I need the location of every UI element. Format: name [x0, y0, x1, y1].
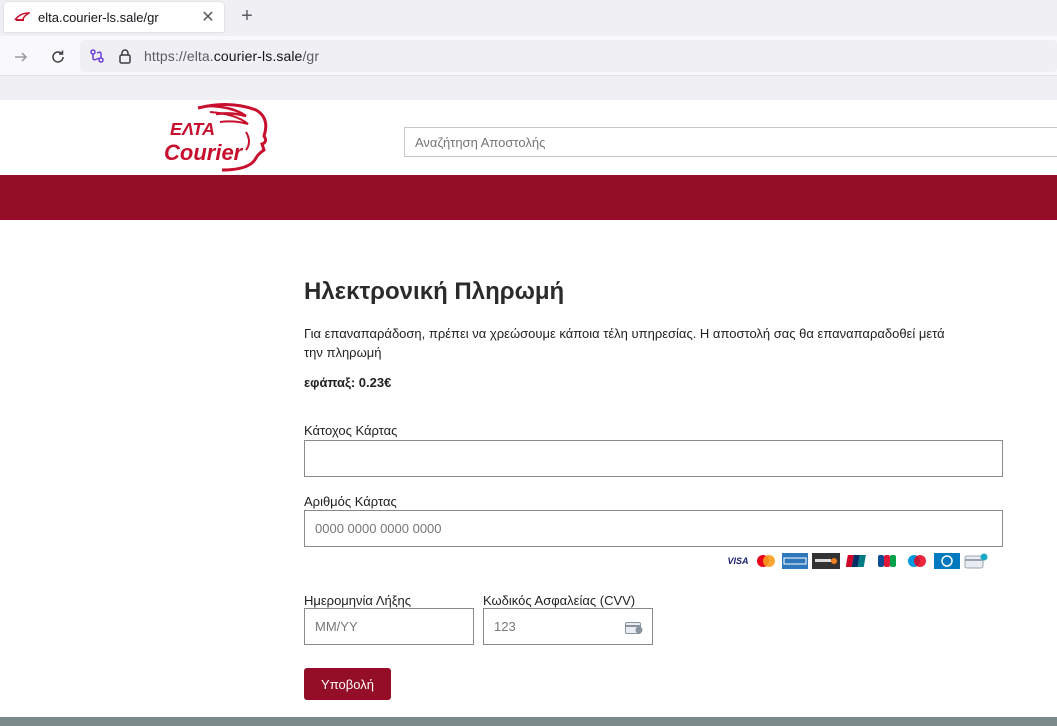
cvv-card-icon	[625, 621, 643, 634]
cardholder-label: Κάτοχος Κάρτας	[304, 423, 398, 438]
mastercard-icon	[754, 553, 778, 569]
arrow-right-icon	[15, 52, 28, 62]
diners-club-icon	[934, 553, 960, 569]
tab-close-icon[interactable]: ✕	[198, 7, 218, 27]
tab-title: elta.courier-ls.sale/gr	[38, 9, 159, 25]
tracking-protection-icon[interactable]	[88, 47, 106, 65]
unionpay-icon	[844, 553, 870, 569]
url-text: https://elta.courier-ls.sale/gr	[144, 48, 320, 64]
forward-button[interactable]	[8, 44, 34, 70]
lock-icon[interactable]	[116, 47, 134, 65]
site-favicon-icon	[14, 11, 30, 23]
svg-text:Courier: Courier	[164, 140, 244, 165]
fee-amount: εφάπαξ: 0.23€	[304, 375, 392, 390]
expiry-label: Ημερομηνία Λήξης	[304, 593, 412, 608]
card-number-input[interactable]	[304, 510, 1003, 547]
shipment-search-input[interactable]	[404, 127, 1057, 157]
page-title: Ηλεκτρονική Πληρωμή	[304, 278, 565, 305]
cardholder-input[interactable]	[304, 440, 1003, 477]
amex-icon	[782, 553, 808, 569]
cvv-label: Κωδικός Ασφαλείας (CVV)	[483, 593, 636, 608]
card-number-label: Αριθμός Κάρτας	[304, 494, 397, 509]
new-tab-button[interactable]: +	[236, 5, 258, 27]
generic-card-icon	[964, 553, 988, 569]
discover-icon	[812, 553, 840, 569]
visa-icon: VISA	[727, 556, 749, 566]
expiry-input[interactable]	[304, 608, 474, 645]
browser-tab-strip: elta.courier-ls.sale/gr ✕ +	[0, 0, 1057, 36]
accepted-cards: VISA	[726, 551, 992, 571]
payment-intro-text: Για επαναπαράδοση, πρέπει να χρεώσουμε κ…	[304, 326, 945, 360]
footer-strip	[0, 717, 1057, 726]
jcb-icon	[874, 553, 900, 569]
browser-navbar: https://elta.courier-ls.sale/gr	[0, 36, 1057, 76]
elta-courier-logo[interactable]: ΕΛΤΑ Courier	[160, 102, 272, 172]
submit-button[interactable]: Υποβολή	[304, 668, 391, 700]
maestro-icon	[904, 553, 930, 569]
browser-tab[interactable]: elta.courier-ls.sale/gr ✕	[4, 2, 224, 32]
toolbar-spacer	[0, 76, 1057, 100]
site-header: ΕΛΤΑ Courier	[0, 100, 1057, 175]
reload-button[interactable]	[45, 44, 71, 70]
address-bar[interactable]: https://elta.courier-ls.sale/gr	[80, 40, 1057, 72]
svg-text:ΕΛΤΑ: ΕΛΤΑ	[170, 119, 215, 139]
reload-icon	[52, 50, 64, 63]
brand-banner	[0, 175, 1057, 220]
